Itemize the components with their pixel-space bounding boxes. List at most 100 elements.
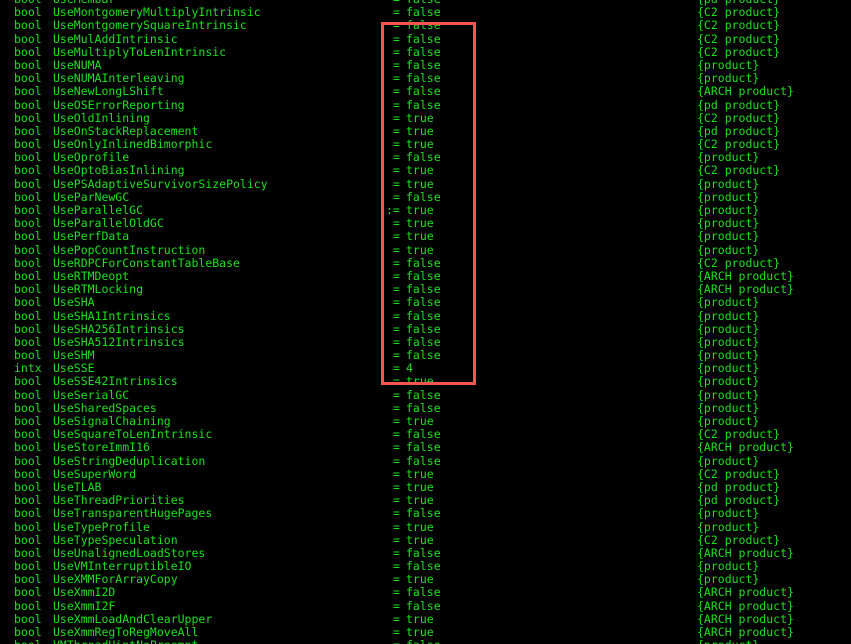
- flag-operator: =: [393, 638, 400, 644]
- flag-name: UseXmmI2F: [53, 598, 116, 613]
- flag-operator: =: [393, 97, 400, 112]
- flag-annotation: {product}: [697, 229, 760, 244]
- flag-row: bool UseXmmI2F = false {ARCH product}: [0, 598, 851, 613]
- flag-annotation: {product}: [697, 176, 760, 191]
- flag-annotation: {pd product}: [697, 97, 781, 112]
- flag-row: bool UseSHA256Intrinsics = false {product}: [0, 321, 851, 336]
- flag-operator: =: [393, 84, 400, 99]
- flag-name: UseOSErrorReporting: [53, 97, 185, 112]
- flag-annotation: {C2 product}: [697, 163, 781, 178]
- flag-name: UsePopCountInstruction: [53, 242, 206, 257]
- flag-annotation: {C2 product}: [697, 110, 781, 125]
- flag-type: bool: [14, 519, 42, 534]
- flag-operator: =: [393, 321, 400, 336]
- flag-type: bool: [14, 18, 42, 33]
- flag-row: bool UseMulAddIntrinsic = false {C2 product}: [0, 31, 851, 46]
- flag-type: bool: [14, 638, 42, 644]
- flag-row: bool UsePSAdaptiveSurvivorSizePolicy = true…: [0, 176, 851, 191]
- flag-type: bool: [14, 255, 42, 270]
- flag-name: UseSHA: [53, 295, 95, 310]
- flag-type: bool: [14, 229, 42, 244]
- flag-name: UseMontgomerySquareIntrinsic: [53, 18, 247, 33]
- flag-operator: =: [393, 255, 400, 270]
- flag-operator: =: [393, 374, 400, 389]
- flag-annotation: {C2 product}: [697, 18, 781, 33]
- flag-type: bool: [14, 321, 42, 336]
- flag-operator: =: [393, 31, 400, 46]
- flag-operator: =: [393, 387, 400, 402]
- flag-operator: =: [393, 308, 400, 323]
- flag-type: bool: [14, 31, 42, 46]
- jvm-flag-list: boolUseMembar=false{pd product}boolUseMo…: [0, 0, 851, 644]
- flag-annotation: {product}: [697, 387, 760, 402]
- flag-operator: =: [393, 598, 400, 613]
- flag-value: false: [406, 506, 441, 521]
- flag-type: bool: [14, 506, 42, 521]
- flag-type: bool: [14, 176, 42, 191]
- flag-name: UseTransparentHugePages: [53, 506, 213, 521]
- flag-name: UsePerfData: [53, 229, 130, 244]
- flag-name: UseTypeSpeculation: [53, 532, 178, 547]
- flag-operator: =: [393, 18, 400, 33]
- flag-name: UseRDPCForConstantTableBase: [53, 255, 240, 270]
- flag-value: false: [406, 44, 441, 59]
- flag-value: true: [406, 229, 434, 244]
- flag-row: bool UseSHA = false {product}: [0, 296, 851, 309]
- flag-value: false: [406, 18, 441, 33]
- flag-operator: =: [393, 585, 400, 600]
- flag-operator: =: [393, 163, 400, 178]
- flag-annotation: {C2 product}: [697, 44, 781, 59]
- flag-value: true: [406, 176, 434, 191]
- flag-value: false: [406, 387, 441, 402]
- flag-operator: =: [393, 466, 400, 481]
- flag-operator: =: [393, 295, 400, 310]
- flag-name: UseSuperWord: [53, 466, 137, 481]
- flag-annotation: {C2 product}: [697, 466, 781, 481]
- flag-row: bool UseTypeSpeculation = true {C2 product}: [0, 532, 851, 547]
- flag-row: bool UseRDPCForConstantTableBase = false {C2…: [0, 255, 851, 270]
- flag-operator: =: [393, 519, 400, 534]
- flag-name: UseSSE42Intrinsics: [53, 374, 178, 389]
- flag-annotation: {C2 product}: [697, 31, 781, 46]
- flag-row: bool UseSSE42Intrinsics = true {product}: [0, 375, 851, 388]
- flag-type: bool: [14, 84, 42, 99]
- flag-row: bool UseMontgomerySquareIntrinsic = false {C…: [0, 19, 851, 32]
- flag-type: bool: [14, 97, 42, 112]
- flag-row: bool UsePerfData = true {product}: [0, 230, 851, 243]
- flag-annotation: {product}: [697, 295, 760, 310]
- flag-value: true: [406, 163, 434, 178]
- flag-row: bool UseSerialGC = false {product}: [0, 387, 851, 402]
- flag-type: bool: [14, 308, 42, 323]
- flag-operator: =: [393, 176, 400, 191]
- flag-operator: =: [393, 440, 400, 455]
- flag-row: bool UseTransparentHugePages = false {produc…: [0, 507, 851, 520]
- flag-annotation: {C2 product}: [697, 532, 781, 547]
- flag-row: bool UseStoreImmI16 = false {ARCH product}: [0, 441, 851, 454]
- flag-name: UseStringDeduplication: [53, 453, 206, 468]
- flag-name: VMThreadHintNoPreempt: [53, 638, 198, 644]
- flag-value: false: [406, 295, 441, 310]
- flag-type: bool: [14, 387, 42, 402]
- flag-annotation: {ARCH product}: [697, 440, 794, 455]
- flag-value: false: [406, 308, 441, 323]
- flag-annotation: {ARCH product}: [697, 598, 794, 613]
- flag-value: true: [406, 110, 434, 125]
- flag-row: bool UseSHA1Intrinsics = false {product}: [0, 308, 851, 323]
- flag-value: false: [406, 585, 441, 600]
- flag-name: UseSHA256Intrinsics: [53, 321, 185, 336]
- flag-value: true: [406, 532, 434, 547]
- flag-value: true: [406, 242, 434, 257]
- flag-name: UseSerialGC: [53, 387, 130, 402]
- flag-annotation: {product}: [697, 374, 760, 389]
- flag-name: UseOptoBiasInlining: [53, 163, 185, 178]
- flag-row: bool UseSuperWord = true {C2 product}: [0, 466, 851, 481]
- flag-annotation: {product}: [697, 308, 760, 323]
- flag-row: bool UseXmmI2D = false {ARCH product}: [0, 586, 851, 599]
- flag-annotation: {ARCH product}: [697, 84, 794, 99]
- flag-row: bool UsePopCountInstruction = true {product}: [0, 242, 851, 257]
- terminal-window[interactable]: boolUseMembar=false{pd product}boolUseMo…: [0, 0, 851, 644]
- flag-value: false: [406, 321, 441, 336]
- flag-name: UseSHA1Intrinsics: [53, 308, 171, 323]
- flag-type: bool: [14, 453, 42, 468]
- flag-operator: =: [393, 506, 400, 521]
